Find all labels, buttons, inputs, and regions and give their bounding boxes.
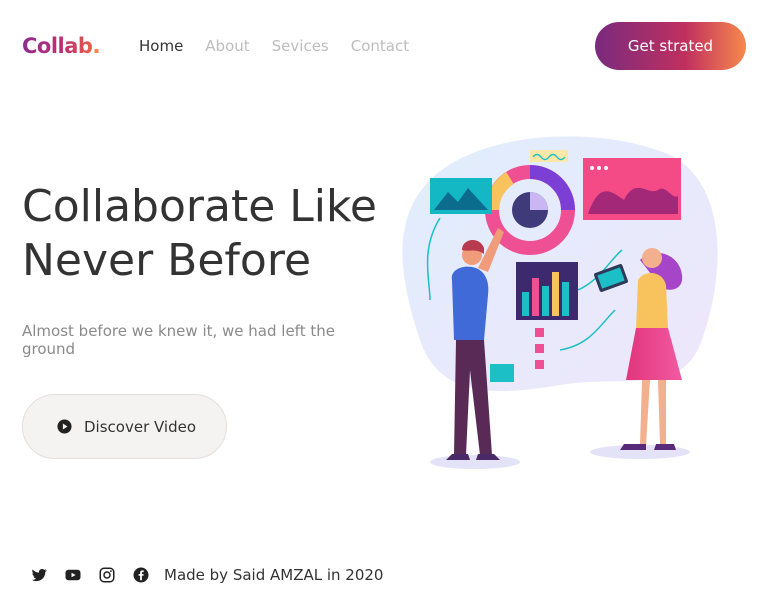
hero-title: Collaborate Like Never Before	[22, 180, 402, 288]
get-started-button[interactable]: Get strated	[595, 22, 746, 70]
brand-logo[interactable]: Collab.	[22, 34, 100, 58]
nav-about[interactable]: About	[205, 37, 249, 55]
nav-contact[interactable]: Contact	[351, 37, 409, 55]
discover-video-button[interactable]: Discover Video	[22, 394, 227, 459]
youtube-icon[interactable]	[64, 566, 82, 584]
main-nav: Home About Sevices Contact	[139, 37, 409, 55]
play-circle-icon	[57, 419, 72, 434]
footer: Made by Said AMZAL in 2020	[30, 566, 383, 584]
hero-title-line-1: Collaborate Like	[22, 181, 377, 232]
facebook-icon[interactable]	[132, 566, 150, 584]
nav-services[interactable]: Sevices	[272, 37, 329, 55]
discover-video-label: Discover Video	[84, 417, 197, 436]
logo-dot: .	[92, 34, 100, 58]
collaboration-illustration	[402, 136, 718, 469]
nav-home[interactable]: Home	[139, 37, 183, 55]
hero-title-line-2: Never Before	[22, 235, 312, 286]
instagram-icon[interactable]	[98, 566, 116, 584]
hero-subtitle: Almost before we knew it, we had left th…	[22, 322, 335, 358]
footer-credit: Made by Said AMZAL in 2020	[164, 566, 384, 584]
twitter-icon[interactable]	[30, 566, 48, 584]
logo-text: Collab	[22, 34, 93, 58]
